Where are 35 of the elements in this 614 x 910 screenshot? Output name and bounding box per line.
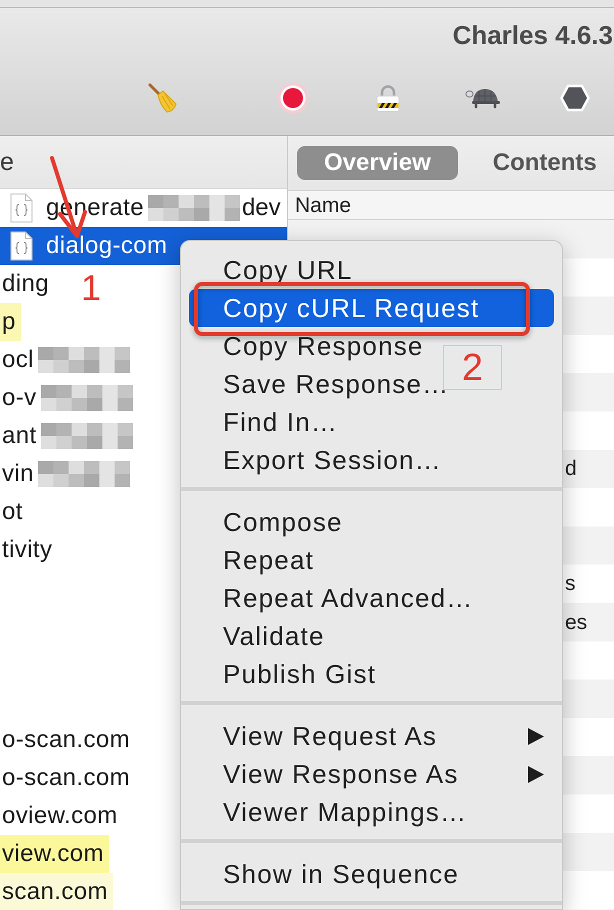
window-title: Charles 4.6.3 bbox=[452, 22, 613, 48]
turtle-icon[interactable] bbox=[465, 87, 501, 109]
host-name: scan.com bbox=[0, 873, 113, 910]
file-name: dev bbox=[242, 196, 281, 220]
header-label: e bbox=[0, 150, 14, 174]
host-name: ding bbox=[1, 272, 49, 296]
broom-icon[interactable] bbox=[148, 83, 178, 113]
tab[interactable]: Contents bbox=[486, 146, 603, 180]
host-name: ant bbox=[1, 424, 37, 448]
host-name: vin bbox=[1, 462, 34, 486]
lock-icon[interactable] bbox=[375, 84, 401, 112]
annotation-number: 2 bbox=[443, 345, 502, 390]
file-name: dialog-com bbox=[46, 234, 168, 258]
annotation-number: 1 bbox=[81, 270, 102, 306]
host-name: ot bbox=[1, 500, 23, 524]
menu-item[interactable]: Publish Gist bbox=[189, 655, 554, 693]
host-name: view.com bbox=[0, 835, 109, 873]
table-cell: es bbox=[565, 612, 588, 633]
column-header: Name bbox=[288, 190, 614, 220]
host-name: o-v bbox=[1, 386, 37, 410]
record-icon[interactable] bbox=[277, 82, 309, 114]
host-name: ocl bbox=[1, 348, 34, 372]
host-name: o-scan.com bbox=[1, 766, 130, 790]
host-name: o-scan.com bbox=[1, 728, 130, 752]
table-cell: s bbox=[565, 573, 576, 594]
table-cell: d bbox=[565, 458, 577, 480]
host-name: oview.com bbox=[1, 804, 118, 828]
document-icon bbox=[10, 231, 33, 261]
host-name: tivity bbox=[1, 538, 52, 562]
host-name: p bbox=[0, 303, 21, 341]
hexagon-icon[interactable] bbox=[560, 84, 590, 112]
menu-item[interactable]: Copy cURL Request bbox=[189, 289, 554, 327]
menu-item[interactable]: Repeat Advanced… bbox=[189, 579, 554, 617]
menu-item[interactable]: Validate bbox=[189, 617, 554, 655]
document-icon bbox=[10, 193, 33, 223]
